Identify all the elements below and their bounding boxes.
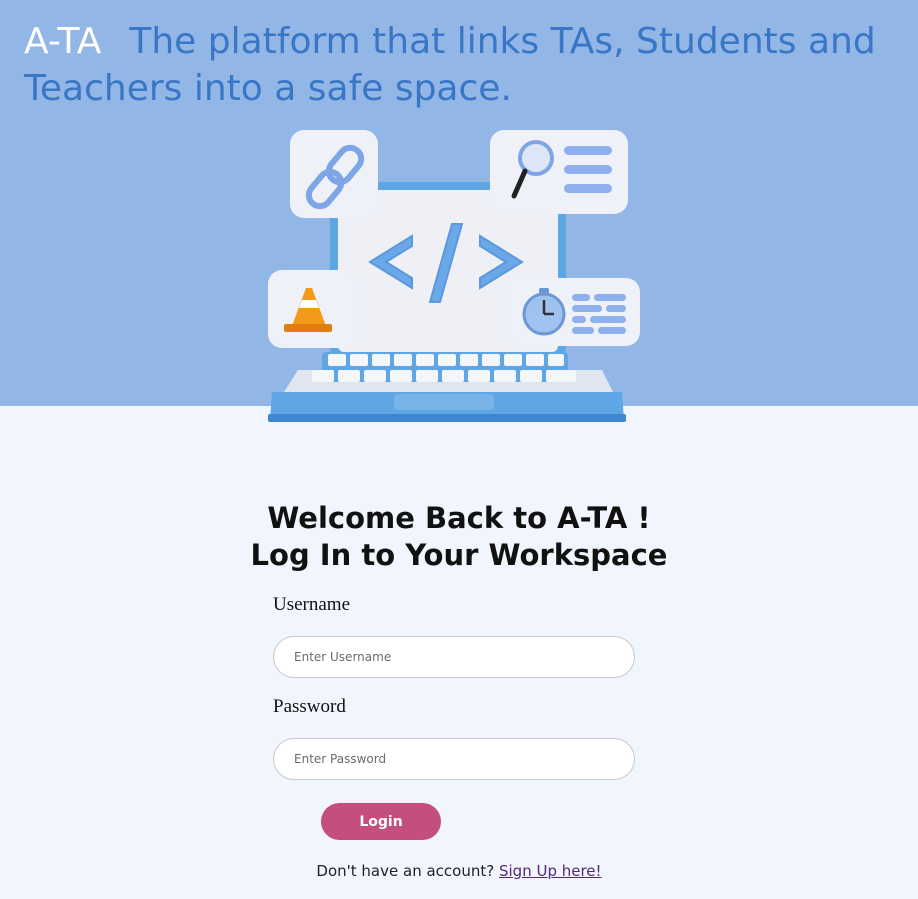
brand-logo: A-TA (24, 21, 102, 62)
link-icon (290, 130, 378, 218)
form-title-line-2: Log In to Your Workspace (250, 538, 668, 572)
keyboard-icon (268, 352, 626, 422)
password-label: Password (273, 696, 346, 717)
page-headline: A-TA The platform that links TAs, Student… (24, 18, 904, 112)
stopwatch-icon (506, 278, 640, 346)
signup-link[interactable]: Sign Up here! (499, 862, 602, 880)
login-form-header: Welcome Back to A-TA ! Log In to Your Wo… (0, 500, 918, 574)
username-label: Username (273, 594, 351, 615)
login-button[interactable]: Login (321, 803, 441, 840)
signup-prompt-line: Don't have an account? Sign Up here! (0, 862, 918, 880)
laptop-illustration (268, 130, 640, 422)
form-title-line-1: Welcome Back to A-TA ! (267, 501, 651, 535)
tagline: The platform that links TAs, Students an… (24, 21, 876, 109)
form-title: Welcome Back to A-TA ! Log In to Your Wo… (0, 500, 918, 574)
signup-prompt: Don't have an account? (316, 862, 495, 880)
username-input[interactable] (273, 636, 635, 678)
password-input[interactable] (273, 738, 635, 780)
magnifier-icon (490, 130, 628, 214)
traffic-cone-icon (268, 270, 358, 348)
